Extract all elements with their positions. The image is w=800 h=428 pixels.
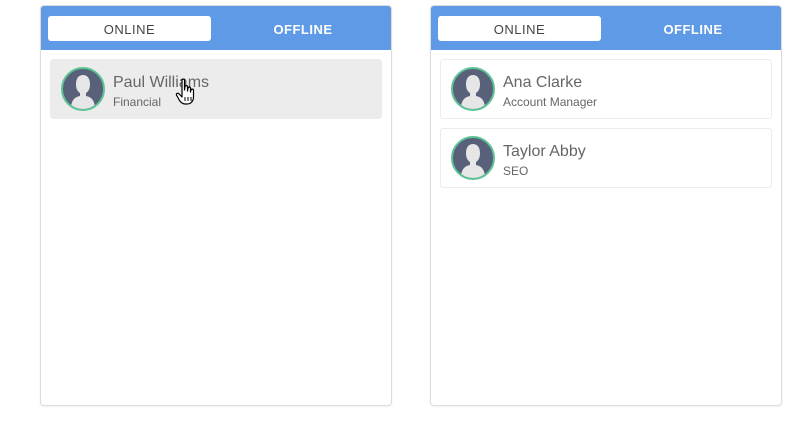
contact-item-ana-clarke[interactable]: Ana Clarke Account Manager (440, 59, 772, 119)
tab-bar: ONLINE OFFLINE (431, 6, 781, 50)
contacts-panel-left: ONLINE OFFLINE Paul Williams Financial (40, 5, 392, 406)
avatar-icon (451, 67, 495, 111)
contact-list: Ana Clarke Account Manager Taylor Abby S… (440, 59, 772, 197)
avatar-icon (451, 136, 495, 180)
contact-list: Paul Williams Financial (50, 59, 382, 128)
contact-item-paul-williams[interactable]: Paul Williams Financial (50, 59, 382, 119)
contact-item-taylor-abby[interactable]: Taylor Abby SEO (440, 128, 772, 188)
contacts-panel-right: ONLINE OFFLINE Ana Clarke Account Manage… (430, 5, 782, 406)
tab-online[interactable]: ONLINE (438, 16, 601, 41)
contact-name: Taylor Abby (503, 143, 586, 160)
contact-name: Paul Williams (113, 74, 210, 91)
tab-bar: ONLINE OFFLINE (41, 6, 391, 50)
contact-name: Ana Clarke (503, 74, 583, 91)
contact-role: SEO (503, 164, 529, 178)
tab-online[interactable]: ONLINE (48, 16, 211, 41)
contact-role: Financial (113, 95, 162, 109)
tab-offline[interactable]: OFFLINE (608, 16, 778, 41)
tab-offline[interactable]: OFFLINE (218, 16, 388, 41)
avatar-icon (61, 67, 105, 111)
contact-role: Account Manager (503, 95, 598, 109)
